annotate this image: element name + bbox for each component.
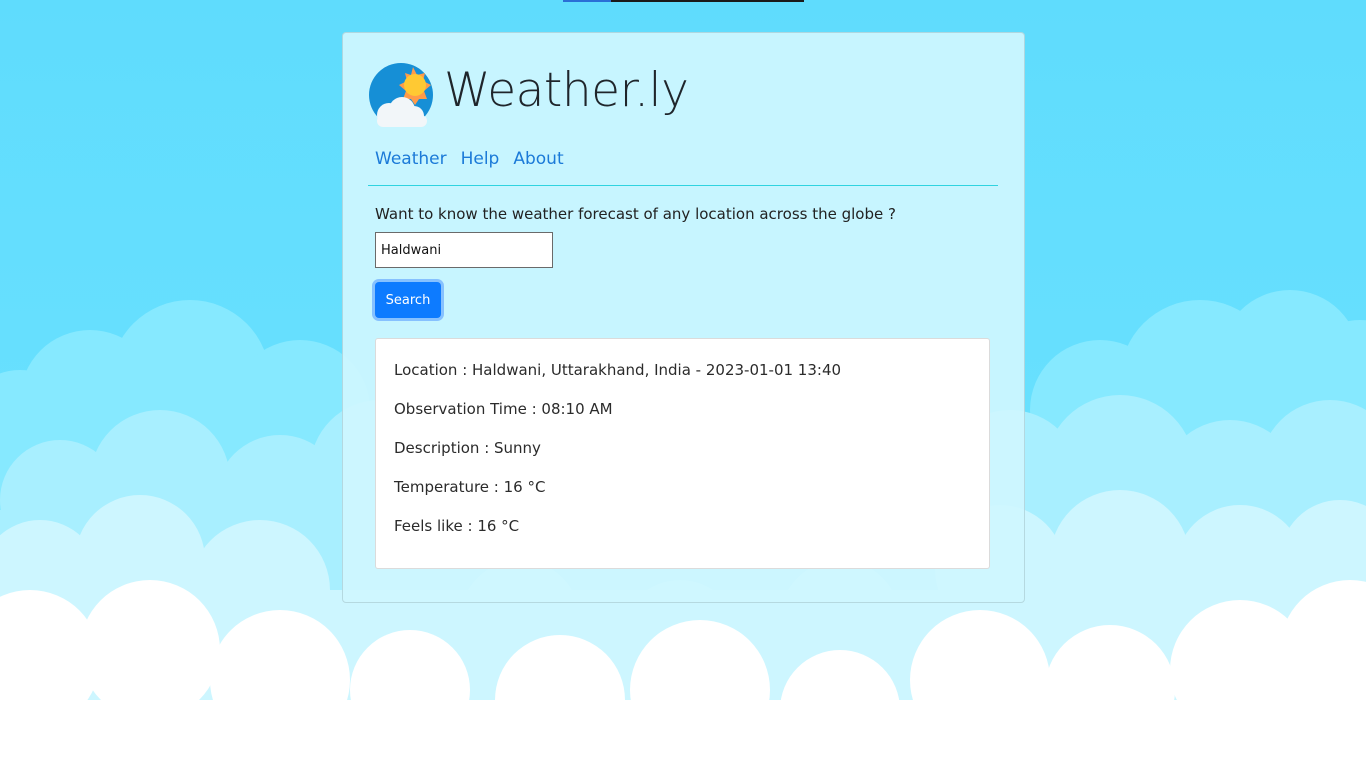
nav-weather-link[interactable]: Weather [375, 147, 447, 171]
search-button[interactable]: Search [375, 282, 441, 318]
top-scroll-indicator-segment [563, 0, 611, 2]
result-location: Location : Haldwani, Uttarakhand, India … [394, 361, 842, 379]
main-card: Weather.ly Weather Help About Want to kn… [342, 32, 1025, 603]
search-prompt: Want to know the weather forecast of any… [375, 205, 896, 223]
nav-divider [368, 185, 998, 186]
result-description: Description : Sunny [394, 439, 541, 457]
location-search-input[interactable] [375, 232, 553, 268]
brand-title: Weather.ly [444, 63, 689, 118]
main-nav: Weather Help About [375, 147, 564, 171]
nav-about-link[interactable]: About [513, 147, 563, 171]
nav-help-link[interactable]: Help [461, 147, 500, 171]
result-feels-like: Feels like : 16 °C [394, 517, 520, 535]
weather-result-card: Location : Haldwani, Uttarakhand, India … [375, 338, 990, 569]
sun-cloud-icon [369, 63, 433, 127]
result-observation-time: Observation Time : 08:10 AM [394, 400, 613, 418]
result-temperature: Temperature : 16 °C [394, 478, 546, 496]
top-scroll-indicator [563, 0, 804, 2]
